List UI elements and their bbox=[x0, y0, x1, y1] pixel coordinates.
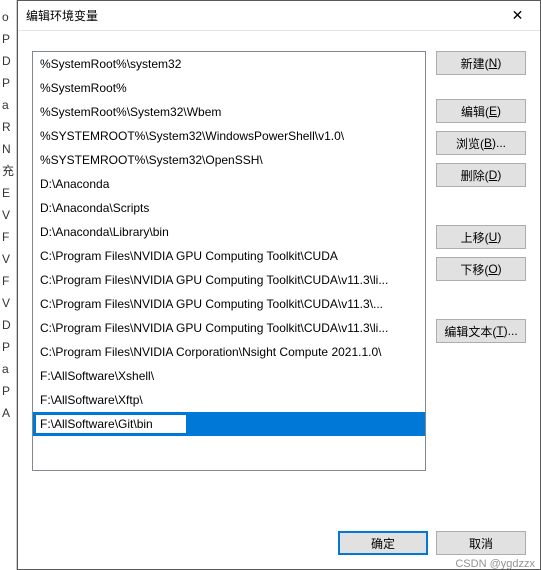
ok-button[interactable]: 确定 bbox=[338, 531, 428, 555]
list-item[interactable]: %SystemRoot% bbox=[33, 76, 425, 100]
list-item[interactable]: C:\Program Files\NVIDIA GPU Computing To… bbox=[33, 244, 425, 268]
path-listbox[interactable]: %SystemRoot%\system32%SystemRoot%%System… bbox=[32, 51, 426, 471]
list-item[interactable] bbox=[33, 412, 425, 436]
list-item[interactable]: %SystemRoot%\System32\Wbem bbox=[33, 100, 425, 124]
button-column: 新建(N) 编辑(E) 浏览(B)... 删除(D) 上移(U) 下移(O) 编… bbox=[436, 51, 526, 511]
list-item[interactable]: F:\AllSoftware\Xftp\ bbox=[33, 388, 425, 412]
delete-button[interactable]: 删除(D) bbox=[436, 163, 526, 187]
new-button[interactable]: 新建(N) bbox=[436, 51, 526, 75]
list-item[interactable]: D:\Anaconda\Library\bin bbox=[33, 220, 425, 244]
close-icon: ✕ bbox=[512, 7, 524, 24]
window-title: 编辑环境变量 bbox=[26, 7, 98, 24]
watermark: CSDN @ygdzzx bbox=[455, 558, 535, 570]
background-window-text: oPDPaRN充EVFVFVDPaPA bbox=[0, 0, 16, 570]
list-item[interactable]: C:\Program Files\NVIDIA GPU Computing To… bbox=[33, 292, 425, 316]
list-item[interactable]: F:\AllSoftware\Xshell\ bbox=[33, 364, 425, 388]
movedown-button[interactable]: 下移(O) bbox=[436, 257, 526, 281]
list-item[interactable]: %SYSTEMROOT%\System32\OpenSSH\ bbox=[33, 148, 425, 172]
dialog-window: 编辑环境变量 ✕ %SystemRoot%\system32%SystemRoo… bbox=[17, 0, 541, 570]
titlebar: 编辑环境变量 ✕ bbox=[18, 1, 540, 31]
moveup-button[interactable]: 上移(U) bbox=[436, 225, 526, 249]
cancel-button[interactable]: 取消 bbox=[436, 531, 526, 555]
edittext-button[interactable]: 编辑文本(T)... bbox=[436, 319, 526, 343]
list-item[interactable]: C:\Program Files\NVIDIA GPU Computing To… bbox=[33, 316, 425, 340]
content-area: %SystemRoot%\system32%SystemRoot%%System… bbox=[18, 31, 540, 521]
edit-button[interactable]: 编辑(E) bbox=[436, 99, 526, 123]
list-item[interactable]: D:\Anaconda bbox=[33, 172, 425, 196]
list-item[interactable]: C:\Program Files\NVIDIA Corporation\Nsig… bbox=[33, 340, 425, 364]
list-item[interactable]: %SYSTEMROOT%\System32\WindowsPowerShell\… bbox=[33, 124, 425, 148]
browse-button[interactable]: 浏览(B)... bbox=[436, 131, 526, 155]
list-item[interactable]: %SystemRoot%\system32 bbox=[33, 52, 425, 76]
list-item[interactable]: D:\Anaconda\Scripts bbox=[33, 196, 425, 220]
path-edit-input[interactable] bbox=[36, 415, 186, 433]
close-button[interactable]: ✕ bbox=[495, 1, 540, 31]
list-item[interactable]: C:\Program Files\NVIDIA GPU Computing To… bbox=[33, 268, 425, 292]
